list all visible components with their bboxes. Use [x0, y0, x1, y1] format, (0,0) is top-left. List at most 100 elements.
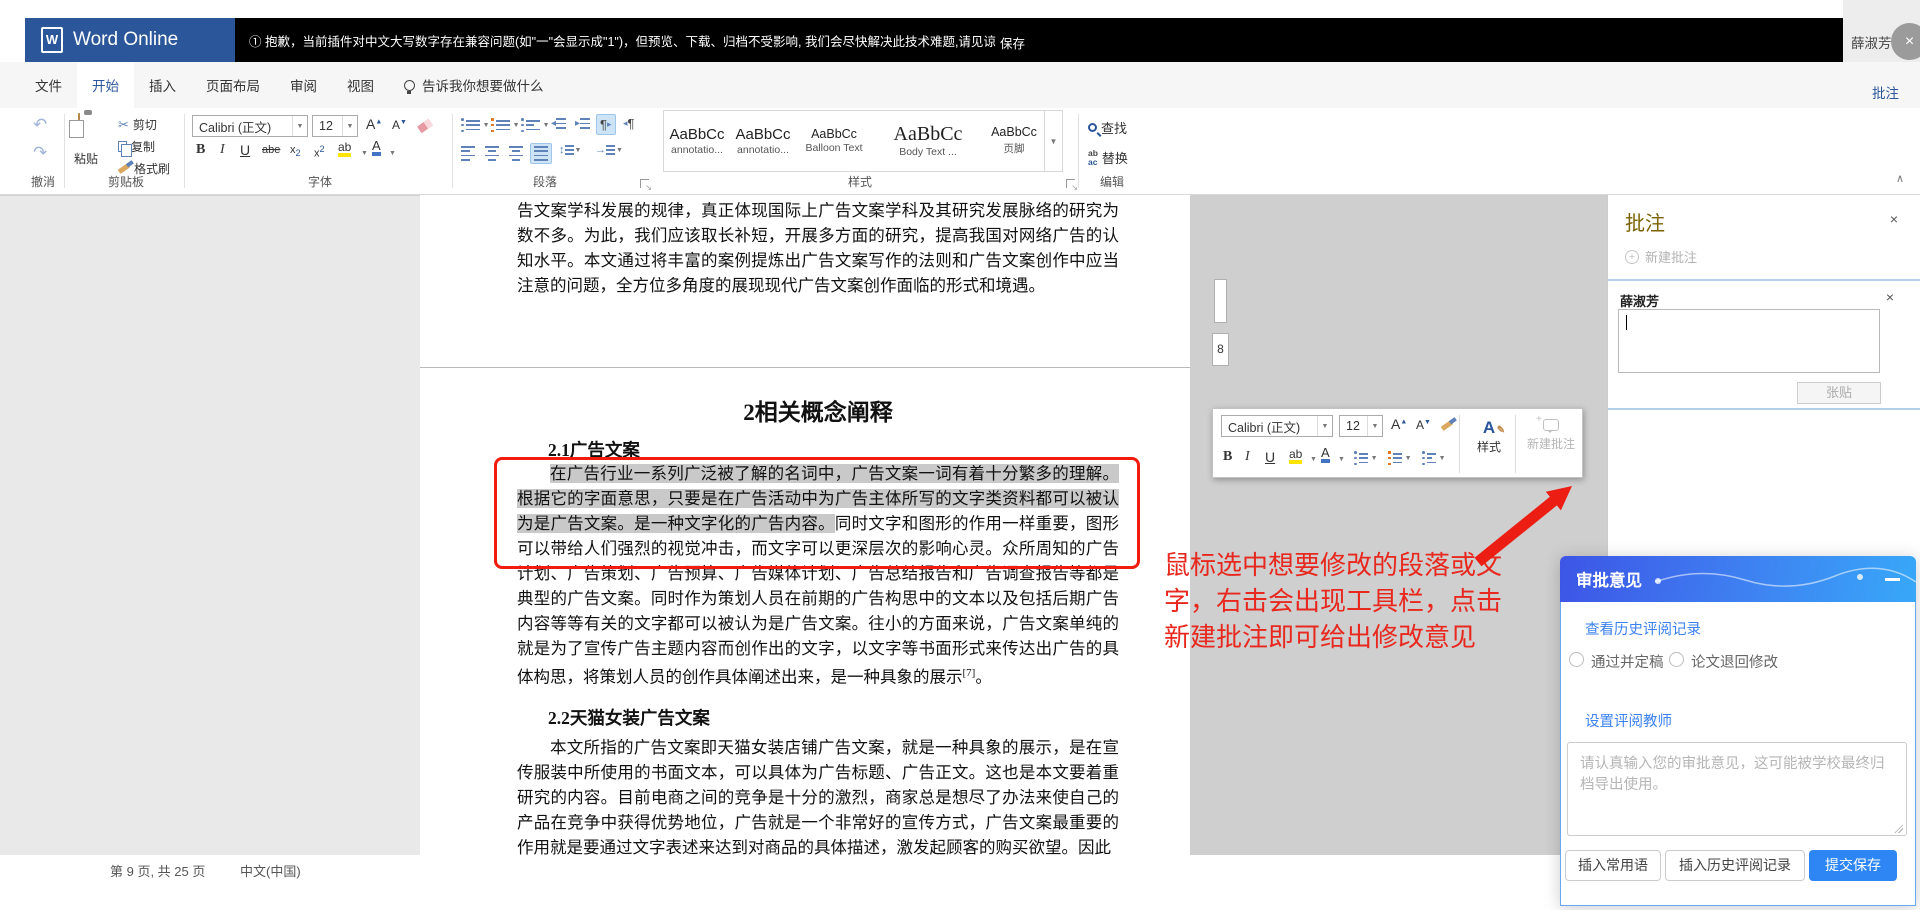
mini-font-family-select[interactable]: Calibri (正文)▼ [1221, 415, 1333, 437]
clear-formatting-icon[interactable] [417, 119, 433, 134]
tab-view[interactable]: 视图 [332, 62, 389, 108]
insert-phrase-button[interactable]: 插入常用语 [1565, 850, 1661, 881]
comment-input[interactable] [1618, 309, 1880, 373]
new-comment-button[interactable]: + 新建批注 [1625, 247, 1697, 266]
italic-button[interactable]: I [220, 142, 225, 158]
paragraph-dialog-launcher-icon[interactable] [640, 179, 649, 188]
page-count-status[interactable]: 第 9 页, 共 25 页 [110, 861, 205, 880]
language-status[interactable]: 中文(中国) [240, 861, 301, 880]
mini-new-comment-button[interactable]: 新建批注 [1523, 419, 1579, 452]
strikethrough-button[interactable]: abe [262, 144, 280, 156]
undo-icon[interactable]: ↶ [33, 116, 47, 133]
tab-file[interactable]: 文件 [20, 62, 77, 108]
mini-bullet-list-button[interactable]: ▼ [1351, 449, 1381, 467]
word-online-logo[interactable]: W Word Online [25, 18, 235, 62]
set-reviewer-link[interactable]: 设置评阅教师 [1585, 710, 1672, 731]
section-2-2-title[interactable]: 2.2天猫女装广告文案 [548, 705, 710, 730]
chevron-down-icon[interactable]: ▼ [389, 150, 396, 157]
font-color-button[interactable]: A [372, 139, 381, 156]
document-heading[interactable]: 2相关概念阐释 [517, 393, 1119, 427]
paragraph-tmall[interactable]: 本文所指的广告文案即天猫女装店铺广告文案，就是一种具象的展示，是在宣传服装中所使… [517, 735, 1119, 855]
close-icon[interactable]: × [1891, 23, 1920, 60]
style-chip-body-text[interactable]: AaBbCc Body Text ... [872, 111, 984, 171]
post-comment-button[interactable]: 张贴 [1797, 382, 1881, 404]
mini-bold-button[interactable]: B [1223, 449, 1232, 465]
paste-label[interactable]: 粘贴 [74, 150, 98, 167]
rtl-text-direction-button[interactable]: ◂¶ [620, 114, 638, 133]
ltr-text-direction-button[interactable]: ¶▸ [596, 114, 616, 135]
mini-underline-button[interactable]: U [1265, 449, 1275, 465]
mini-italic-button[interactable]: I [1245, 449, 1250, 465]
comments-toggle-button[interactable]: 批注 [1872, 82, 1899, 102]
replace-button[interactable]: abac替换 [1088, 148, 1128, 167]
mini-font-color-button[interactable]: A [1321, 446, 1330, 463]
document-page[interactable]: 告文案学科发展的规律，真正体现国际上广告文案学科及其研究发展脉络的研究为数不多。… [420, 195, 1190, 855]
mini-format-painter-icon[interactable] [1441, 420, 1454, 431]
style-chip-footer[interactable]: AaBbCc 页脚 [984, 111, 1044, 171]
find-button[interactable]: 查找 [1088, 118, 1127, 137]
paragraph-previous-page[interactable]: 告文案学科发展的规律，真正体现国际上广告文案学科及其研究发展脉络的研究为数不多。… [517, 198, 1119, 298]
paragraph-indent-button[interactable]: →▼ [592, 142, 626, 158]
styles-dialog-launcher-icon[interactable] [1066, 179, 1075, 188]
radio-return-label[interactable]: 论文退回修改 [1691, 651, 1778, 672]
page-scrollbar-thumb[interactable] [1214, 279, 1227, 323]
paragraph-ad-copy[interactable]: 在广告行业一系列广泛被了解的名词中，广告文案一词有着十分繁多的理解。根据它的字面… [517, 461, 1119, 690]
tab-tell-me[interactable]: 告诉我你想要做什么 [389, 62, 559, 108]
close-icon[interactable]: × [1890, 211, 1898, 227]
minimize-icon[interactable] [1885, 578, 1900, 581]
tab-home[interactable]: 开始 [77, 62, 134, 108]
style-chip-balloon-text[interactable]: AaBbCc Balloon Text [796, 111, 872, 171]
radio-approve-label[interactable]: 通过并定稿 [1591, 651, 1664, 672]
save-button[interactable]: 保存 [1000, 33, 1025, 52]
align-left-button[interactable] [458, 144, 478, 163]
styles-gallery-dropdown[interactable]: ▼ [1044, 111, 1062, 171]
mini-numbered-list-button[interactable]: ▼ [1385, 449, 1415, 467]
bold-button[interactable]: B [196, 142, 205, 158]
font-family-select[interactable]: Calibri (正文)▼ [192, 115, 308, 137]
shrink-font-button[interactable]: A▼ [392, 118, 407, 132]
mini-grow-font-button[interactable]: A▲ [1391, 416, 1407, 432]
align-right-button[interactable] [506, 144, 526, 163]
mini-shrink-font-button[interactable]: A▼ [1416, 418, 1431, 432]
mini-styles-button[interactable]: A 样式 [1467, 419, 1511, 455]
cut-button[interactable]: ✂剪切 [118, 116, 157, 133]
paste-button[interactable] [78, 114, 80, 132]
superscript-button[interactable]: x2 [314, 144, 325, 160]
tell-me-label: 告诉我你想要做什么 [422, 75, 544, 95]
resize-handle-icon[interactable] [1894, 824, 1903, 833]
radio-return[interactable] [1669, 652, 1684, 667]
subscript-button[interactable]: x2 [290, 144, 301, 158]
style-chip-annotation-text[interactable]: AaBbCc annotatio... [730, 111, 796, 171]
history-review-link[interactable]: 查看历史评阅记录 [1585, 618, 1701, 639]
section-2-1-title[interactable]: 2.1广告文案 [548, 437, 640, 462]
mini-font-size-select[interactable]: 12▼ [1339, 415, 1383, 437]
radio-approve[interactable] [1569, 652, 1584, 667]
line-spacing-button[interactable]: ↕▼ [556, 142, 584, 158]
decrease-indent-button[interactable]: ◂ [548, 116, 569, 131]
align-center-button[interactable] [482, 144, 502, 163]
justify-button[interactable] [530, 143, 552, 164]
copy-button[interactable]: 复制 [118, 138, 155, 155]
chevron-down-icon[interactable]: ▼ [1310, 456, 1317, 463]
chevron-down-icon[interactable]: ▼ [1338, 456, 1345, 463]
highlight-color-button[interactable]: ab [338, 141, 351, 157]
insert-history-button[interactable]: 插入历史评阅记录 [1665, 850, 1805, 881]
mini-multilevel-list-button[interactable]: ▼ [1419, 449, 1449, 467]
divider [1078, 114, 1079, 188]
tab-insert[interactable]: 插入 [134, 62, 191, 108]
copy-icon [118, 141, 127, 152]
style-chip-annotation-subject[interactable]: AaBbCc annotatio... [664, 111, 730, 171]
underline-button[interactable]: U [240, 142, 250, 158]
delete-comment-icon[interactable]: × [1886, 289, 1894, 305]
grow-font-button[interactable]: A▲ [366, 116, 382, 132]
redo-icon[interactable]: ↷ [33, 144, 47, 161]
font-size-select[interactable]: 12▼ [312, 115, 358, 137]
tab-review[interactable]: 审阅 [275, 62, 332, 108]
increase-indent-button[interactable]: ▸ [572, 116, 593, 131]
collapse-ribbon-icon[interactable]: ∧ [1896, 172, 1904, 185]
tab-layout[interactable]: 页面布局 [191, 62, 275, 108]
approval-comment-input[interactable] [1567, 742, 1907, 836]
submit-save-button[interactable]: 提交保存 [1809, 850, 1897, 881]
chevron-down-icon[interactable]: ▼ [361, 150, 368, 157]
mini-highlight-button[interactable]: ab [1289, 448, 1302, 464]
